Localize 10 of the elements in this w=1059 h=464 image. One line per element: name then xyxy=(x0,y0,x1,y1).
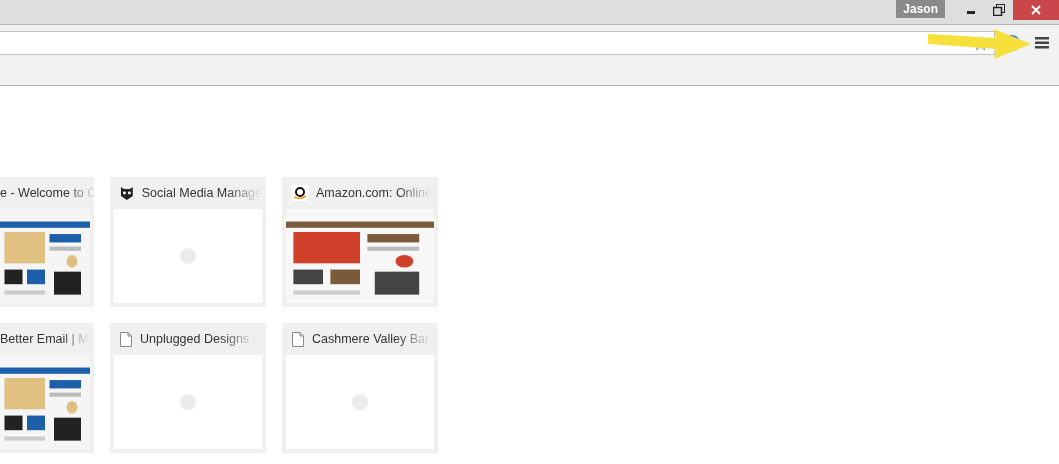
restore-icon xyxy=(993,4,1005,16)
page-icon xyxy=(120,331,132,347)
page-icon xyxy=(292,331,304,347)
thumbnail-tile[interactable]: Unplugged Designs | xyxy=(110,323,266,453)
close-button[interactable] xyxy=(1013,0,1059,20)
menu-icon[interactable] xyxy=(1035,37,1049,49)
owl-icon xyxy=(120,186,134,200)
smile-logo-icon xyxy=(292,185,308,201)
tile-title: Unplugged Designs | xyxy=(140,332,256,346)
close-icon xyxy=(1030,4,1042,16)
